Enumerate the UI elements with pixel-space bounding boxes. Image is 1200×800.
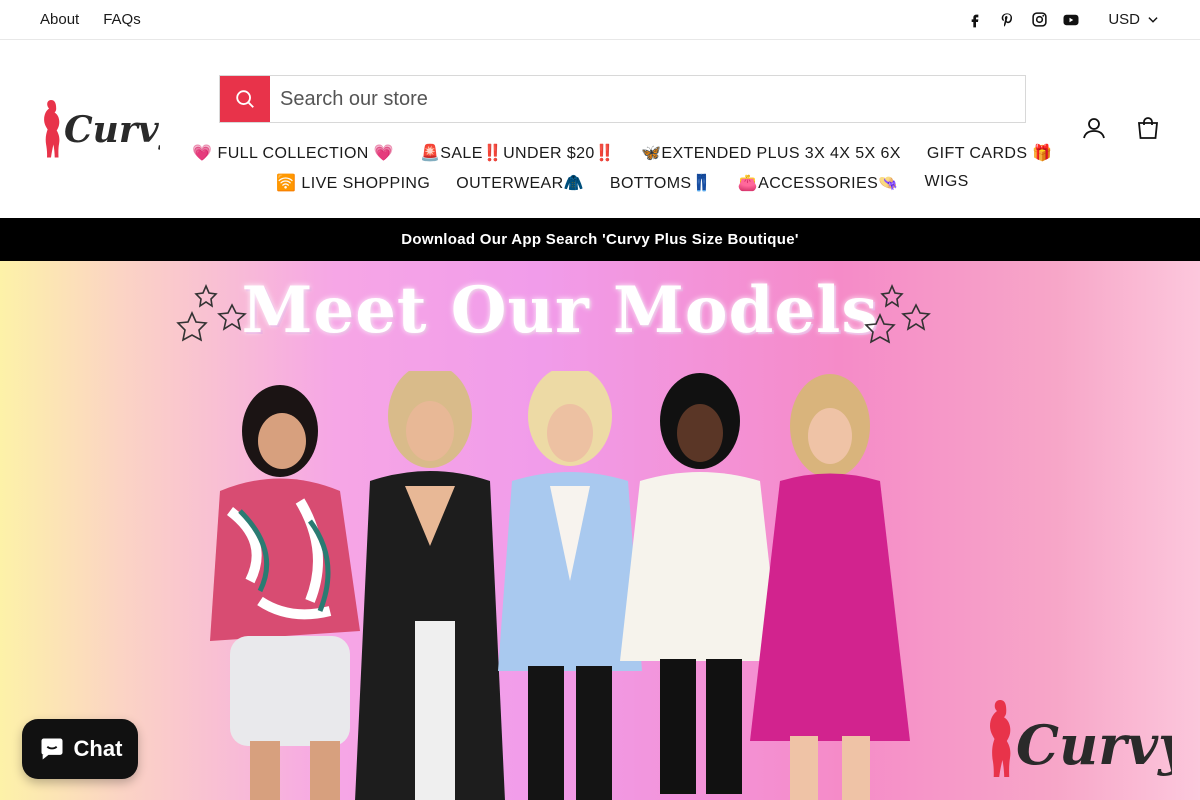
model-3 xyxy=(498,371,642,800)
search-button[interactable] xyxy=(220,76,270,122)
currency-value: USD xyxy=(1108,11,1140,28)
faqs-link[interactable]: FAQs xyxy=(103,11,141,28)
account-icon[interactable] xyxy=(1082,116,1106,140)
facebook-icon[interactable] xyxy=(966,11,984,29)
nav-outerwear[interactable]: OUTERWEAR🧥 xyxy=(456,173,584,193)
nav-accessories[interactable]: 👛ACCESSORIES👒 xyxy=(738,173,899,193)
stars-right-decoration xyxy=(864,283,931,344)
search-bar xyxy=(219,75,1026,123)
cart-icon[interactable] xyxy=(1136,116,1160,140)
chat-button[interactable]: Chat xyxy=(22,719,138,779)
header-actions xyxy=(1082,116,1160,140)
nav-live-shopping[interactable]: 🛜 LIVE SHOPPING xyxy=(276,173,430,193)
social-links xyxy=(966,11,1080,29)
search-icon xyxy=(236,90,254,108)
main-nav-row-1: 💗 FULL COLLECTION 💗 🚨SALE‼️UNDER $20‼️ 🦋… xyxy=(0,143,1200,163)
nav-bottoms[interactable]: BOTTOMS👖 xyxy=(610,173,712,193)
main-nav-row-2: 🛜 LIVE SHOPPING OUTERWEAR🧥 BOTTOMS👖 👛ACC… xyxy=(0,173,1200,193)
utility-right: USD xyxy=(966,11,1160,29)
hero-logo-text: Curvy xyxy=(1016,713,1172,777)
chat-label: Chat xyxy=(73,736,123,761)
instagram-icon[interactable] xyxy=(1030,11,1048,29)
hero-banner[interactable]: Meet Our Models Curv xyxy=(0,261,1200,800)
currency-selector[interactable]: USD xyxy=(1108,11,1160,28)
hero-logo: Curvy xyxy=(990,700,1172,777)
chevron-down-icon xyxy=(1148,16,1158,23)
search-input[interactable] xyxy=(270,76,1025,122)
model-1 xyxy=(210,385,360,800)
about-link[interactable]: About xyxy=(40,11,79,28)
nav-full-collection[interactable]: 💗 FULL COLLECTION 💗 xyxy=(192,143,394,163)
utility-bar: About FAQs USD xyxy=(0,0,1200,40)
announcement-bar[interactable]: Download Our App Search 'Curvy Plus Size… xyxy=(0,218,1200,261)
models-photo xyxy=(210,371,910,800)
model-2 xyxy=(355,371,505,800)
nav-extended-plus[interactable]: 🦋EXTENDED PLUS 3X 4X 5X 6X xyxy=(641,143,901,163)
nav-sale-under-20[interactable]: 🚨SALE‼️UNDER $20‼️ xyxy=(420,143,615,163)
site-header: Curvy 💗 FULL COLLECTION 💗 🚨SALE‼️UNDER $… xyxy=(0,40,1200,218)
chat-bubble-icon xyxy=(41,738,63,760)
youtube-icon[interactable] xyxy=(1062,11,1080,29)
hero-title: Meet Our Models xyxy=(241,273,879,348)
model-5 xyxy=(750,374,910,800)
nav-wigs[interactable]: WIGS xyxy=(924,173,968,193)
pinterest-icon[interactable] xyxy=(998,11,1016,29)
announcement-text: Download Our App Search 'Curvy Plus Size… xyxy=(401,231,799,248)
nav-gift-cards[interactable]: GIFT CARDS 🎁 xyxy=(927,143,1053,163)
utility-links: About FAQs xyxy=(40,11,141,28)
